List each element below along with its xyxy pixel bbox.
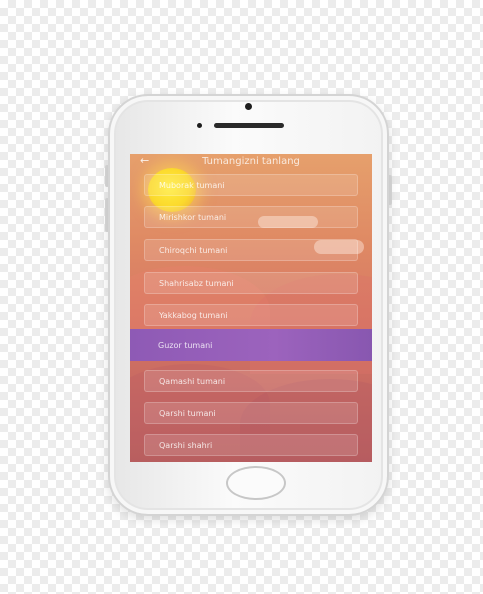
district-label: Guzor tumani [158, 341, 213, 350]
app-screen: ← Tumangizni tanlang Muborak tumani Miris… [130, 154, 372, 462]
district-item[interactable]: Yakkabog tumani [144, 304, 358, 326]
district-label: Yakkabog tumani [159, 311, 228, 320]
district-label: Shahrisabz tumani [159, 279, 234, 288]
district-item[interactable]: Muborak tumani [144, 174, 358, 196]
district-label: Qarshi shahri [159, 441, 213, 450]
district-label: Muborak tumani [159, 181, 225, 190]
district-item[interactable]: Guzor tumani [130, 329, 372, 361]
app-header: ← Tumangizni tanlang [130, 154, 372, 170]
front-camera [245, 103, 252, 110]
district-item[interactable]: Chiroqchi tumani [144, 239, 358, 261]
district-label: Mirishkor tumani [159, 213, 227, 222]
district-item[interactable]: Qarshi tumani [144, 402, 358, 424]
district-label: Chiroqchi tumani [159, 246, 228, 255]
district-label: Qamashi tumani [159, 377, 226, 386]
home-button[interactable] [226, 466, 286, 500]
earpiece-speaker [214, 123, 284, 128]
district-item[interactable]: Qarshi shahri [144, 434, 358, 456]
district-label: Qarshi tumani [159, 409, 216, 418]
district-item[interactable]: Qamashi tumani [144, 370, 358, 392]
proximity-sensor [197, 123, 202, 128]
district-item[interactable]: Shahrisabz tumani [144, 272, 358, 294]
district-item[interactable]: Mirishkor tumani [144, 206, 358, 228]
page-title: Tumangizni tanlang [202, 156, 300, 167]
